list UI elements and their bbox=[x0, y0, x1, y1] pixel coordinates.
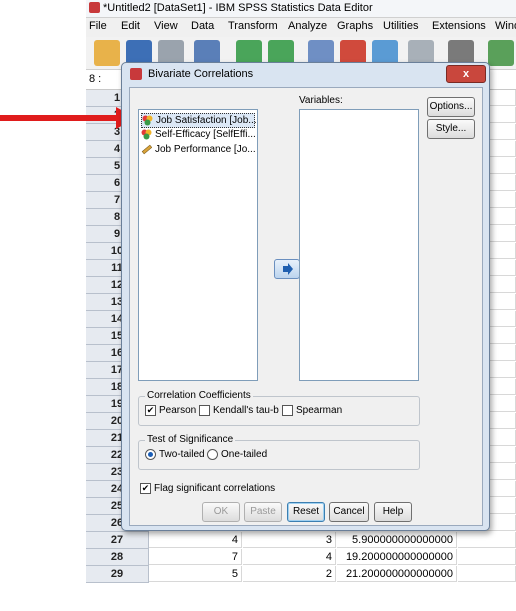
pearson-label: Pearson bbox=[159, 405, 197, 417]
editor-title: *Untitled2 [DataSet1] - IBM SPSS Statist… bbox=[103, 2, 373, 14]
test-of-significance-title: Test of Significance bbox=[145, 434, 236, 445]
move-to-variables-button[interactable] bbox=[274, 259, 300, 279]
scale-variable-icon bbox=[141, 129, 152, 140]
menu-data[interactable]: Data bbox=[191, 20, 214, 32]
grid-cell[interactable]: 7 bbox=[149, 549, 242, 565]
dialog-title: Bivariate Correlations bbox=[148, 68, 254, 80]
grid-cell[interactable] bbox=[458, 566, 516, 582]
spearman-label: Spearman bbox=[296, 405, 343, 417]
insert-cases-icon[interactable] bbox=[488, 40, 514, 66]
one-tailed-label: One-tailed bbox=[221, 449, 268, 461]
checkmark-icon: ✔ bbox=[145, 405, 156, 416]
empty-checkbox-icon bbox=[282, 405, 293, 416]
help-button[interactable]: Help bbox=[374, 502, 412, 522]
empty-checkbox-icon bbox=[199, 405, 210, 416]
row-header[interactable]: 27 bbox=[86, 532, 149, 549]
grid-cell[interactable] bbox=[458, 549, 516, 565]
menu-edit[interactable]: Edit bbox=[121, 20, 140, 32]
grid-cell[interactable]: 5 bbox=[149, 566, 242, 582]
flag-significant-label: Flag significant correlations bbox=[154, 483, 276, 495]
menu-bar: File Edit View Data Transform Analyze Gr… bbox=[86, 18, 516, 36]
paste-button[interactable]: Paste bbox=[244, 502, 282, 522]
dialog-app-icon bbox=[130, 68, 142, 80]
menu-transform[interactable]: Transform bbox=[228, 20, 278, 32]
correlation-coefficients-group: Correlation Coefficients ✔ Pearson Kendal… bbox=[138, 390, 420, 426]
radio-selected-icon bbox=[145, 449, 156, 460]
flag-significant-checkbox[interactable]: ✔ Flag significant correlations bbox=[140, 483, 275, 494]
row-header[interactable]: 29 bbox=[86, 566, 149, 583]
menu-window[interactable]: Wind bbox=[495, 20, 516, 32]
ruler-variable-icon bbox=[141, 144, 153, 155]
ok-button[interactable]: OK bbox=[202, 502, 240, 522]
source-var-self-efficacy[interactable]: Self-Efficacy [SelfEffi... bbox=[141, 128, 256, 141]
dialog-body: Job Satisfaction [Job... Self-Efficacy [… bbox=[129, 87, 483, 526]
target-variables-list[interactable] bbox=[299, 109, 419, 381]
grid-cell[interactable]: 4 bbox=[149, 532, 242, 548]
kendall-checkbox[interactable]: Kendall's tau-b bbox=[199, 405, 279, 416]
source-var-label: Self-Efficacy [SelfEffi... bbox=[155, 129, 256, 140]
two-tailed-label: Two-tailed bbox=[159, 449, 205, 461]
source-var-job-performance[interactable]: Job Performance [Jo... bbox=[141, 143, 256, 156]
cancel-button[interactable]: Cancel bbox=[329, 502, 369, 522]
open-folder-icon[interactable] bbox=[94, 40, 120, 66]
grid-cell[interactable]: 19.200000000000000 bbox=[337, 549, 457, 565]
checkmark-icon: ✔ bbox=[140, 483, 151, 494]
scale-variable-icon bbox=[142, 115, 153, 126]
variables-label: Variables: bbox=[299, 95, 343, 106]
grid-cell[interactable]: 5.900000000000000 bbox=[337, 532, 457, 548]
reset-button[interactable]: Reset bbox=[287, 502, 325, 522]
style-button[interactable]: Style... bbox=[427, 119, 475, 139]
menu-graphs[interactable]: Graphs bbox=[337, 20, 373, 32]
pearson-checkbox[interactable]: ✔ Pearson bbox=[145, 405, 196, 416]
menu-utilities[interactable]: Utilities bbox=[383, 20, 418, 32]
radio-empty-icon bbox=[207, 449, 218, 460]
grid-cell[interactable]: 2 bbox=[243, 566, 336, 582]
correlation-coefficients-title: Correlation Coefficients bbox=[145, 390, 253, 401]
one-tailed-radio[interactable]: One-tailed bbox=[207, 449, 267, 460]
grid-cell[interactable] bbox=[458, 532, 516, 548]
source-var-job-satisfaction[interactable]: Job Satisfaction [Job... bbox=[141, 113, 257, 128]
test-of-significance-group: Test of Significance Two-tailed One-tail… bbox=[138, 434, 420, 470]
kendall-label: Kendall's tau-b bbox=[213, 405, 279, 417]
dialog-titlebar[interactable]: Bivariate Correlations x bbox=[122, 63, 489, 85]
source-variable-list[interactable]: Job Satisfaction [Job... Self-Efficacy [… bbox=[138, 109, 258, 381]
row-header[interactable]: 28 bbox=[86, 549, 149, 566]
editor-titlebar: *Untitled2 [DataSet1] - IBM SPSS Statist… bbox=[86, 0, 516, 18]
menu-view[interactable]: View bbox=[154, 20, 178, 32]
close-button[interactable]: x bbox=[446, 65, 486, 83]
menu-analyze[interactable]: Analyze bbox=[288, 20, 327, 32]
menu-extensions[interactable]: Extensions bbox=[432, 20, 486, 32]
source-var-label: Job Performance [Jo... bbox=[155, 144, 256, 155]
two-tailed-radio[interactable]: Two-tailed bbox=[145, 449, 205, 460]
options-button[interactable]: Options... bbox=[427, 97, 475, 117]
bivariate-correlations-dialog: Bivariate Correlations x Job Satisfactio… bbox=[121, 62, 490, 531]
arrow-right-icon bbox=[283, 263, 293, 275]
cell-reference-label: 8 : bbox=[89, 73, 102, 85]
grid-cell[interactable]: 21.200000000000000 bbox=[337, 566, 457, 582]
spss-app-icon bbox=[89, 2, 100, 13]
grid-cell[interactable]: 4 bbox=[243, 549, 336, 565]
annotation-arrow-variable-shaft bbox=[0, 115, 118, 121]
source-var-label: Job Satisfaction [Job... bbox=[156, 115, 257, 126]
menu-file[interactable]: File bbox=[89, 20, 107, 32]
spearman-checkbox[interactable]: Spearman bbox=[282, 405, 342, 416]
grid-cell[interactable]: 3 bbox=[243, 532, 336, 548]
